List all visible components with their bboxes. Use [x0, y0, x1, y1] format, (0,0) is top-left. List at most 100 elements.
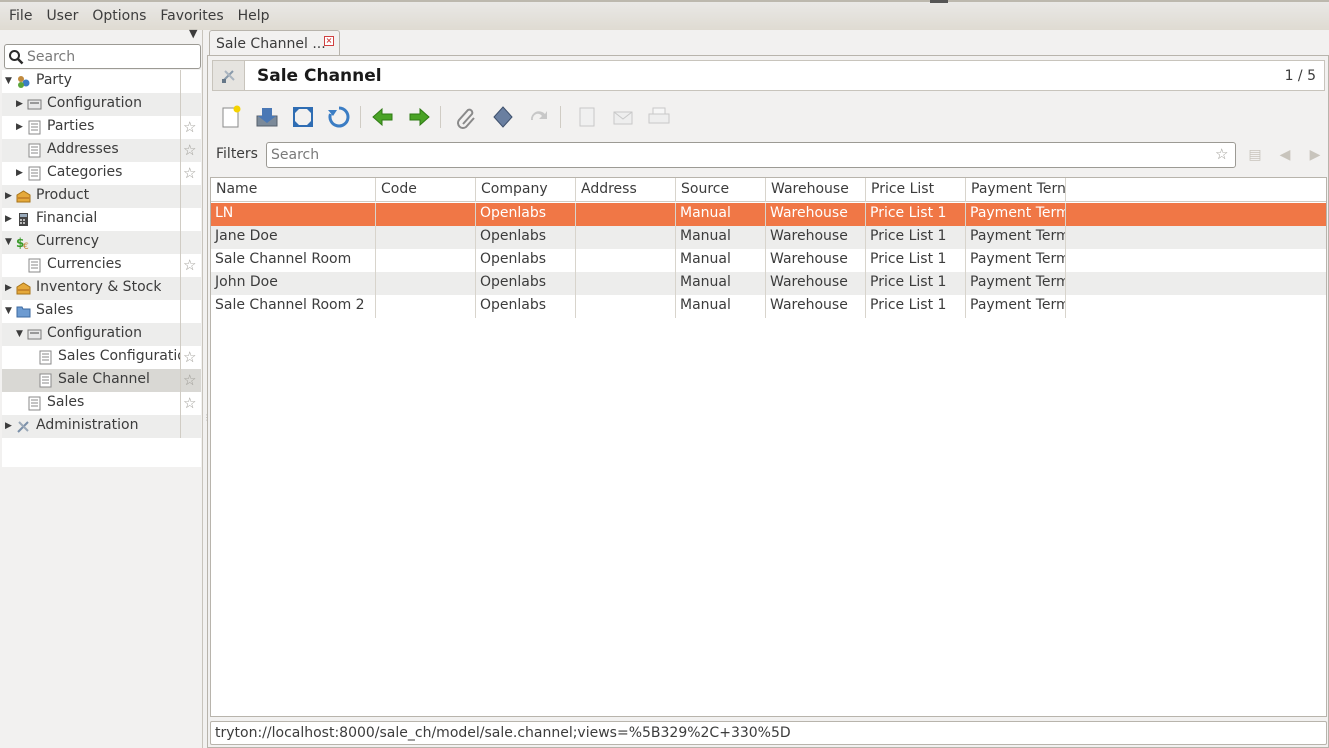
expanded-arrow-icon[interactable]: ▼	[16, 330, 25, 339]
favorite-star-icon[interactable]: ☆	[183, 256, 196, 274]
expanded-arrow-icon[interactable]: ▼	[5, 238, 14, 247]
favorite-star-icon[interactable]: ☆	[183, 348, 196, 366]
sidebar-dropdown-arrow-icon[interactable]: ▼	[189, 27, 197, 40]
collapsed-arrow-icon[interactable]: ▶	[5, 215, 14, 224]
menu-user[interactable]: User	[39, 3, 85, 29]
form-title-bar: Sale Channel 1 / 5	[212, 60, 1325, 91]
table-cell: Manual	[676, 249, 766, 272]
table-row[interactable]: John Doe Openlabs Manual Warehouse Price Lis…	[211, 272, 1326, 295]
column-header[interactable]: Payment Tern	[966, 178, 1066, 202]
column-header[interactable]: Address	[576, 178, 676, 202]
sidebar-item[interactable]: ▶ Administration	[2, 415, 201, 438]
sidebar-item[interactable]: ▶ Parties ☆	[2, 116, 201, 139]
sidebar-item[interactable]: ▶ Product	[2, 185, 201, 208]
table-cell: Payment Term	[966, 272, 1066, 295]
column-header[interactable]: Price List	[866, 178, 966, 202]
sidebar-item[interactable]: Sale Channel ☆	[2, 369, 201, 392]
table-cell: Warehouse	[766, 249, 866, 272]
filters-row: Filters ☆ ▤ ◀ ▶	[212, 142, 1325, 168]
favorite-star-icon[interactable]: ☆	[183, 141, 196, 159]
collapsed-arrow-icon[interactable]: ▶	[5, 192, 14, 201]
menu-file[interactable]: File	[2, 3, 39, 29]
sidebar-item[interactable]: ▶ Inventory & Stock	[2, 277, 201, 300]
favorite-star-icon[interactable]: ☆	[183, 164, 196, 182]
filter-prev-icon[interactable]: ◀	[1274, 144, 1296, 166]
column-divider	[180, 185, 181, 208]
column-header[interactable]: Warehouse	[766, 178, 866, 202]
favorite-star-icon[interactable]: ☆	[183, 394, 196, 412]
column-divider	[180, 93, 181, 116]
sidebar-item[interactable]: ▶ Configuration	[2, 93, 201, 116]
email-icon[interactable]	[610, 104, 636, 130]
column-header[interactable]: Source	[676, 178, 766, 202]
config-icon	[27, 327, 42, 342]
svg-text:€: €	[23, 242, 29, 250]
column-header[interactable]: Code	[376, 178, 476, 202]
filter-bookmark-icon[interactable]: ▤	[1244, 144, 1266, 166]
status-url[interactable]: tryton://localhost:8000/sale_ch/model/sa…	[215, 725, 791, 741]
table-cell: Warehouse	[766, 295, 866, 318]
financial-icon	[16, 212, 31, 227]
table-row[interactable]: Sale Channel Room 2 Openlabs Manual Warehou…	[211, 295, 1326, 318]
collapsed-arrow-icon[interactable]: ▶	[16, 100, 25, 109]
sidebar-item-label: Sale Channel	[58, 371, 150, 387]
menu-favorites[interactable]: Favorites	[153, 3, 230, 29]
table-cell: Sale Channel Room	[211, 249, 376, 272]
filter-search-input[interactable]	[271, 147, 1191, 163]
sidebar-item[interactable]: ▼ Configuration	[2, 323, 201, 346]
reload-icon[interactable]	[326, 104, 352, 130]
expanded-arrow-icon[interactable]: ▼	[5, 307, 14, 316]
collapsed-arrow-icon[interactable]: ▶	[16, 123, 25, 132]
sidebar-item-label: Financial	[36, 210, 98, 226]
table-cell: Payment Term	[966, 203, 1066, 226]
collapsed-arrow-icon[interactable]: ▶	[16, 169, 25, 178]
filter-next-icon[interactable]: ▶	[1304, 144, 1326, 166]
list-icon	[27, 120, 42, 135]
menu-help[interactable]: Help	[231, 3, 277, 29]
sidebar-item-label: Configuration	[47, 95, 142, 111]
collapsed-arrow-icon[interactable]: ▶	[5, 422, 14, 431]
sidebar-search-input[interactable]	[27, 48, 197, 65]
sidebar-item[interactable]: Addresses ☆	[2, 139, 201, 162]
sidebar-item[interactable]: ▼ Sales	[2, 300, 201, 323]
table-cell: Payment Term	[966, 249, 1066, 272]
sidebar-item-label: Product	[36, 187, 90, 203]
menu-options[interactable]: Options	[85, 3, 153, 29]
table-cell: Openlabs	[476, 203, 576, 226]
favorite-star-icon[interactable]: ☆	[183, 118, 196, 136]
table-row[interactable]: Sale Channel Room Openlabs Manual Warehouse…	[211, 249, 1326, 272]
favorite-star-icon[interactable]: ☆	[183, 371, 196, 389]
column-header[interactable]: Name	[211, 178, 376, 202]
sidebar-item[interactable]: ▼ $ € Currency	[2, 231, 201, 254]
sidebar-item[interactable]: ▼ Party	[2, 70, 201, 93]
close-icon[interactable]: ×	[324, 36, 334, 46]
new-record-icon[interactable]	[218, 104, 244, 130]
relate-icon[interactable]	[526, 104, 552, 130]
bookmark-star-icon[interactable]: ☆	[1215, 145, 1228, 163]
action-icon[interactable]	[490, 104, 516, 130]
tab-sale-channel[interactable]: Sale Channel ... ×	[209, 30, 340, 56]
sidebar-item[interactable]: ▶ Financial	[2, 208, 201, 231]
next-icon[interactable]	[406, 104, 432, 130]
expanded-arrow-icon[interactable]: ▼	[5, 77, 14, 86]
list-icon	[27, 166, 42, 181]
column-header[interactable]: Company	[476, 178, 576, 202]
sidebar-search	[4, 44, 201, 69]
sidebar-item-label: Categories	[47, 164, 123, 180]
table-row[interactable]: Jane Doe Openlabs Manual Warehouse Price Lis…	[211, 226, 1326, 249]
sidebar-item[interactable]: ▶ Categories ☆	[2, 162, 201, 185]
report-icon[interactable]	[574, 104, 600, 130]
attachment-icon[interactable]	[454, 104, 480, 130]
sidebar-item-label: Addresses	[47, 141, 119, 157]
table-row[interactable]: LN Openlabs Manual Warehouse Price List 1 Pay…	[211, 203, 1326, 226]
sidebar-item[interactable]: Currencies ☆	[2, 254, 201, 277]
previous-icon[interactable]	[370, 104, 396, 130]
save-icon[interactable]	[254, 104, 280, 130]
sidebar-item[interactable]: Sales ☆	[2, 392, 201, 415]
switch-view-icon[interactable]	[290, 104, 316, 130]
print-icon[interactable]	[646, 104, 672, 130]
collapsed-arrow-icon[interactable]: ▶	[5, 284, 14, 293]
menu-tree: ▼ Party ▶ Configuration ▶ Parties ☆ Addresses ☆ ▶…	[2, 70, 201, 467]
sidebar-item[interactable]: Sales Configuration☆	[2, 346, 201, 369]
table-cell: Warehouse	[766, 226, 866, 249]
